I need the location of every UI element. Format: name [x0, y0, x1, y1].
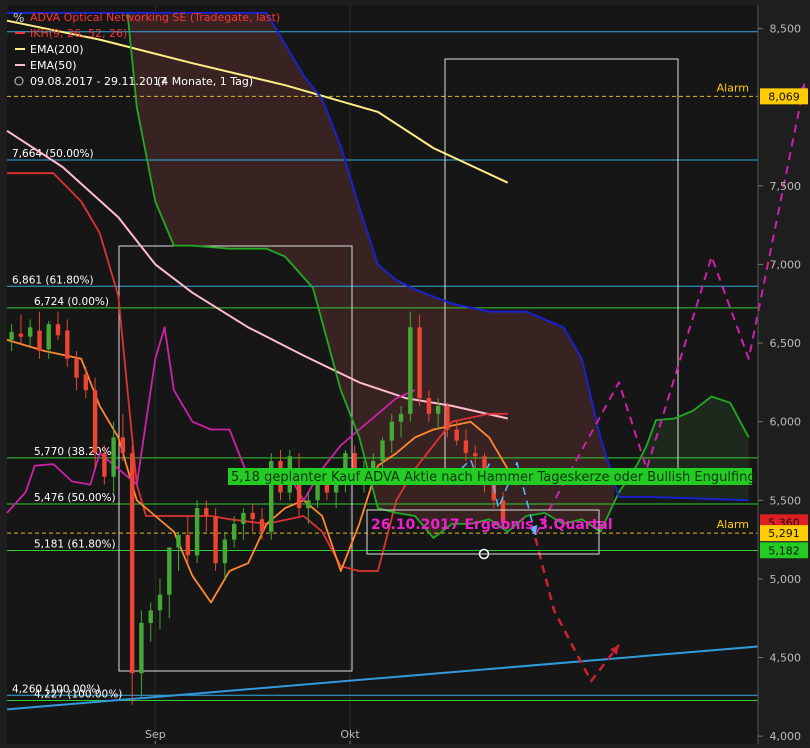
y-tick-label: 6,000: [770, 416, 802, 429]
candle-body: [102, 453, 107, 477]
candle-body: [185, 534, 190, 556]
candle-body: [371, 461, 376, 469]
candle-body: [148, 610, 153, 623]
y-tick-label: 6,500: [770, 337, 802, 350]
candle-body: [28, 327, 33, 337]
candle-body: [176, 534, 181, 548]
candle-body: [232, 523, 237, 540]
fib-level-label: 4,227 (100.00%): [34, 688, 122, 700]
y-tick-label: 7,000: [770, 258, 802, 271]
fib-level-label: 6,861 (61.80%): [12, 274, 94, 286]
price-tag-label: 5,291: [768, 527, 800, 540]
candle-body: [408, 327, 413, 414]
candle-body: [213, 516, 218, 564]
candle-body: [333, 484, 339, 493]
legend-ema200: EMA(200): [30, 43, 84, 56]
legend-period: 09.08.2017 - 29.11.2017: [30, 75, 167, 88]
buy-plan-annotation: 5,18 geplanter Kauf ADVA Aktie nach Hamm…: [228, 468, 756, 485]
legend-period-note: (4 Monate, 1 Tag): [157, 75, 253, 88]
alarm-label: Alarm: [717, 81, 749, 94]
candle-body: [445, 405, 450, 430]
candle-body: [46, 324, 51, 350]
candle-body: [139, 622, 144, 674]
candle-body: [398, 413, 404, 422]
earnings-text: 26.10.2017 Ergebnis 3.Quartal: [371, 517, 613, 533]
legend-ema50: EMA(50): [30, 59, 77, 72]
candle-body: [37, 330, 42, 351]
candle-body: [194, 508, 200, 556]
candle-body: [250, 512, 255, 520]
candle-body: [111, 437, 116, 477]
candle-body: [435, 405, 441, 414]
candle-body: [241, 512, 246, 524]
x-tick-label: Sep: [145, 728, 166, 741]
candle-body: [463, 440, 469, 454]
candle-body: [417, 327, 422, 399]
candle-body: [130, 453, 135, 674]
y-tick-label: 5,000: [770, 573, 802, 586]
fib-level-label: 7,664 (50.00%): [12, 148, 94, 160]
candle-body: [306, 500, 311, 509]
buy-plan-text: 5,18 geplanter Kauf ADVA Aktie nach Hamm…: [231, 470, 756, 485]
price-tag-label: 5,182: [768, 544, 800, 557]
candle-body: [426, 398, 432, 414]
candle-body: [9, 332, 14, 340]
candle-body: [204, 508, 209, 516]
legend-ikh: IKH(9, 26, 52, 26): [30, 27, 127, 40]
candle-body: [259, 519, 265, 532]
x-tick-label: Okt: [340, 728, 360, 741]
candle-body: [454, 429, 459, 441]
chart-title: ADVA Optical Networking SE (Tradegate, l…: [30, 11, 280, 24]
candle-body: [473, 453, 478, 457]
candle-body: [120, 437, 126, 454]
y-tick-label: 7,500: [770, 180, 802, 193]
candle-body: [324, 484, 330, 493]
candle-body: [389, 421, 394, 441]
candle-body: [167, 547, 172, 595]
candle-body: [74, 358, 79, 378]
fib-level-label: 6,724 (0.00%): [34, 296, 109, 308]
fib-level-label: 5,476 (50.00%): [34, 492, 116, 504]
y-tick-label: 4,500: [770, 652, 802, 665]
candlestick-chart: 7,664 (50.00%) 6,861 (61.80%) 6,724 (0.00%…: [0, 0, 810, 744]
price-tag-label: 8,069: [768, 90, 800, 103]
candle-body: [65, 330, 70, 359]
chart-container: 7,664 (50.00%) 6,861 (61.80%) 6,724 (0.00%…: [0, 0, 810, 744]
candle-body: [380, 440, 385, 461]
y-tick-label: 4,000: [770, 730, 802, 743]
alarm-label: Alarm: [717, 518, 749, 531]
candle-body: [157, 594, 163, 611]
y-tick-label: 8,500: [770, 23, 802, 36]
candle-body: [18, 333, 24, 337]
fib-level-label: 5,181 (61.80%): [34, 538, 116, 550]
y-tick-label: 5,500: [770, 494, 802, 507]
candle-body: [83, 374, 88, 391]
legend-icon: %: [13, 11, 24, 25]
candle-body: [222, 539, 228, 564]
candle-body: [55, 324, 61, 336]
candle-body: [92, 390, 98, 454]
candle-body: [315, 484, 320, 501]
